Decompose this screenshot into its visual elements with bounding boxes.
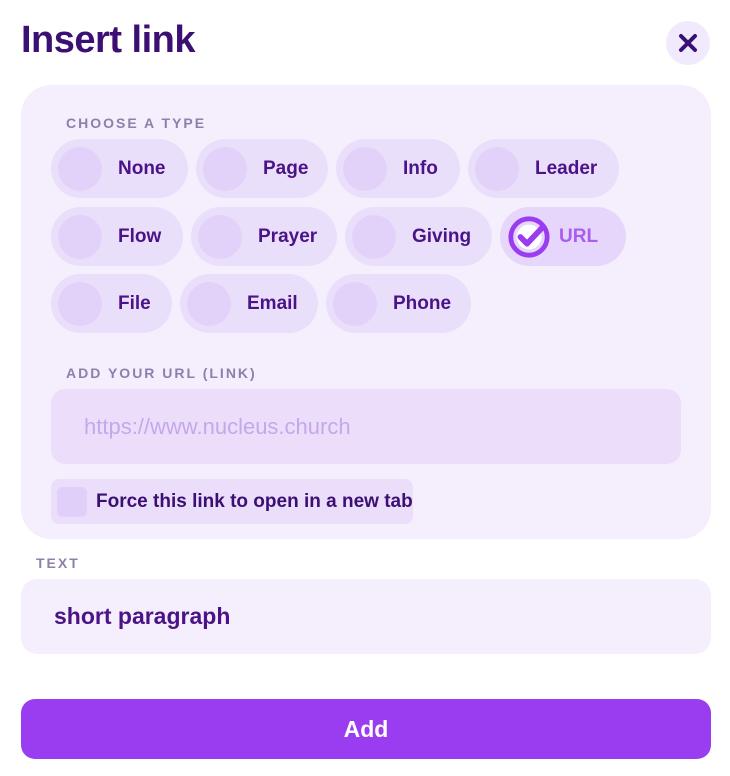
radio-dot (352, 214, 396, 259)
type-option-label: Leader (535, 157, 598, 179)
dialog-title: Insert link (21, 19, 196, 61)
url-input[interactable] (51, 389, 681, 464)
choose-type-label: CHOOSE A TYPE (66, 115, 207, 131)
type-option-prayer[interactable]: Prayer (191, 207, 337, 266)
type-option-giving[interactable]: Giving (345, 207, 492, 266)
force-new-tab-label: Force this link to open in a new tab (96, 490, 413, 512)
type-row-3: File Email Phone (51, 274, 471, 333)
url-section-label: ADD YOUR URL (LINK) (66, 365, 257, 381)
force-new-tab-checkbox[interactable]: Force this link to open in a new tab (51, 479, 413, 524)
radio-dot (187, 281, 231, 326)
radio-dot (58, 214, 102, 259)
type-option-label: Prayer (258, 225, 318, 247)
type-option-page[interactable]: Page (196, 139, 328, 198)
link-text-field[interactable]: short paragraph (21, 579, 711, 654)
close-icon (679, 34, 697, 52)
type-option-label: Flow (118, 225, 162, 247)
radio-dot (203, 146, 247, 191)
radio-dot (333, 281, 377, 326)
type-option-label: Phone (393, 292, 452, 314)
radio-dot (58, 146, 102, 191)
type-option-label: None (118, 157, 166, 179)
type-option-label: Info (403, 157, 438, 179)
link-type-panel: CHOOSE A TYPE None Page Info Leader Flow… (21, 85, 711, 539)
radio-dot (58, 281, 102, 326)
checkbox-box[interactable] (57, 486, 87, 517)
close-button[interactable] (666, 21, 710, 65)
type-option-label: File (118, 292, 151, 314)
check-circle-icon (507, 215, 551, 259)
type-option-phone[interactable]: Phone (326, 274, 471, 333)
type-option-file[interactable]: File (51, 274, 172, 333)
type-option-flow[interactable]: Flow (51, 207, 183, 266)
radio-dot (198, 214, 242, 259)
radio-dot (343, 146, 387, 191)
type-option-label: Email (247, 292, 298, 314)
type-option-none[interactable]: None (51, 139, 188, 198)
type-option-url[interactable]: URL (500, 207, 626, 266)
type-row-1: None Page Info Leader (51, 139, 619, 198)
type-option-label: Giving (412, 225, 472, 247)
link-text-value: short paragraph (54, 603, 231, 629)
type-option-leader[interactable]: Leader (468, 139, 619, 198)
type-row-2: Flow Prayer Giving URL (51, 207, 626, 266)
type-option-email[interactable]: Email (180, 274, 318, 333)
type-option-label: URL (559, 225, 599, 247)
type-option-info[interactable]: Info (336, 139, 460, 198)
type-option-label: Page (263, 157, 309, 179)
radio-dot (475, 146, 519, 191)
text-section-label: TEXT (36, 555, 80, 571)
add-button[interactable]: Add (21, 699, 711, 759)
